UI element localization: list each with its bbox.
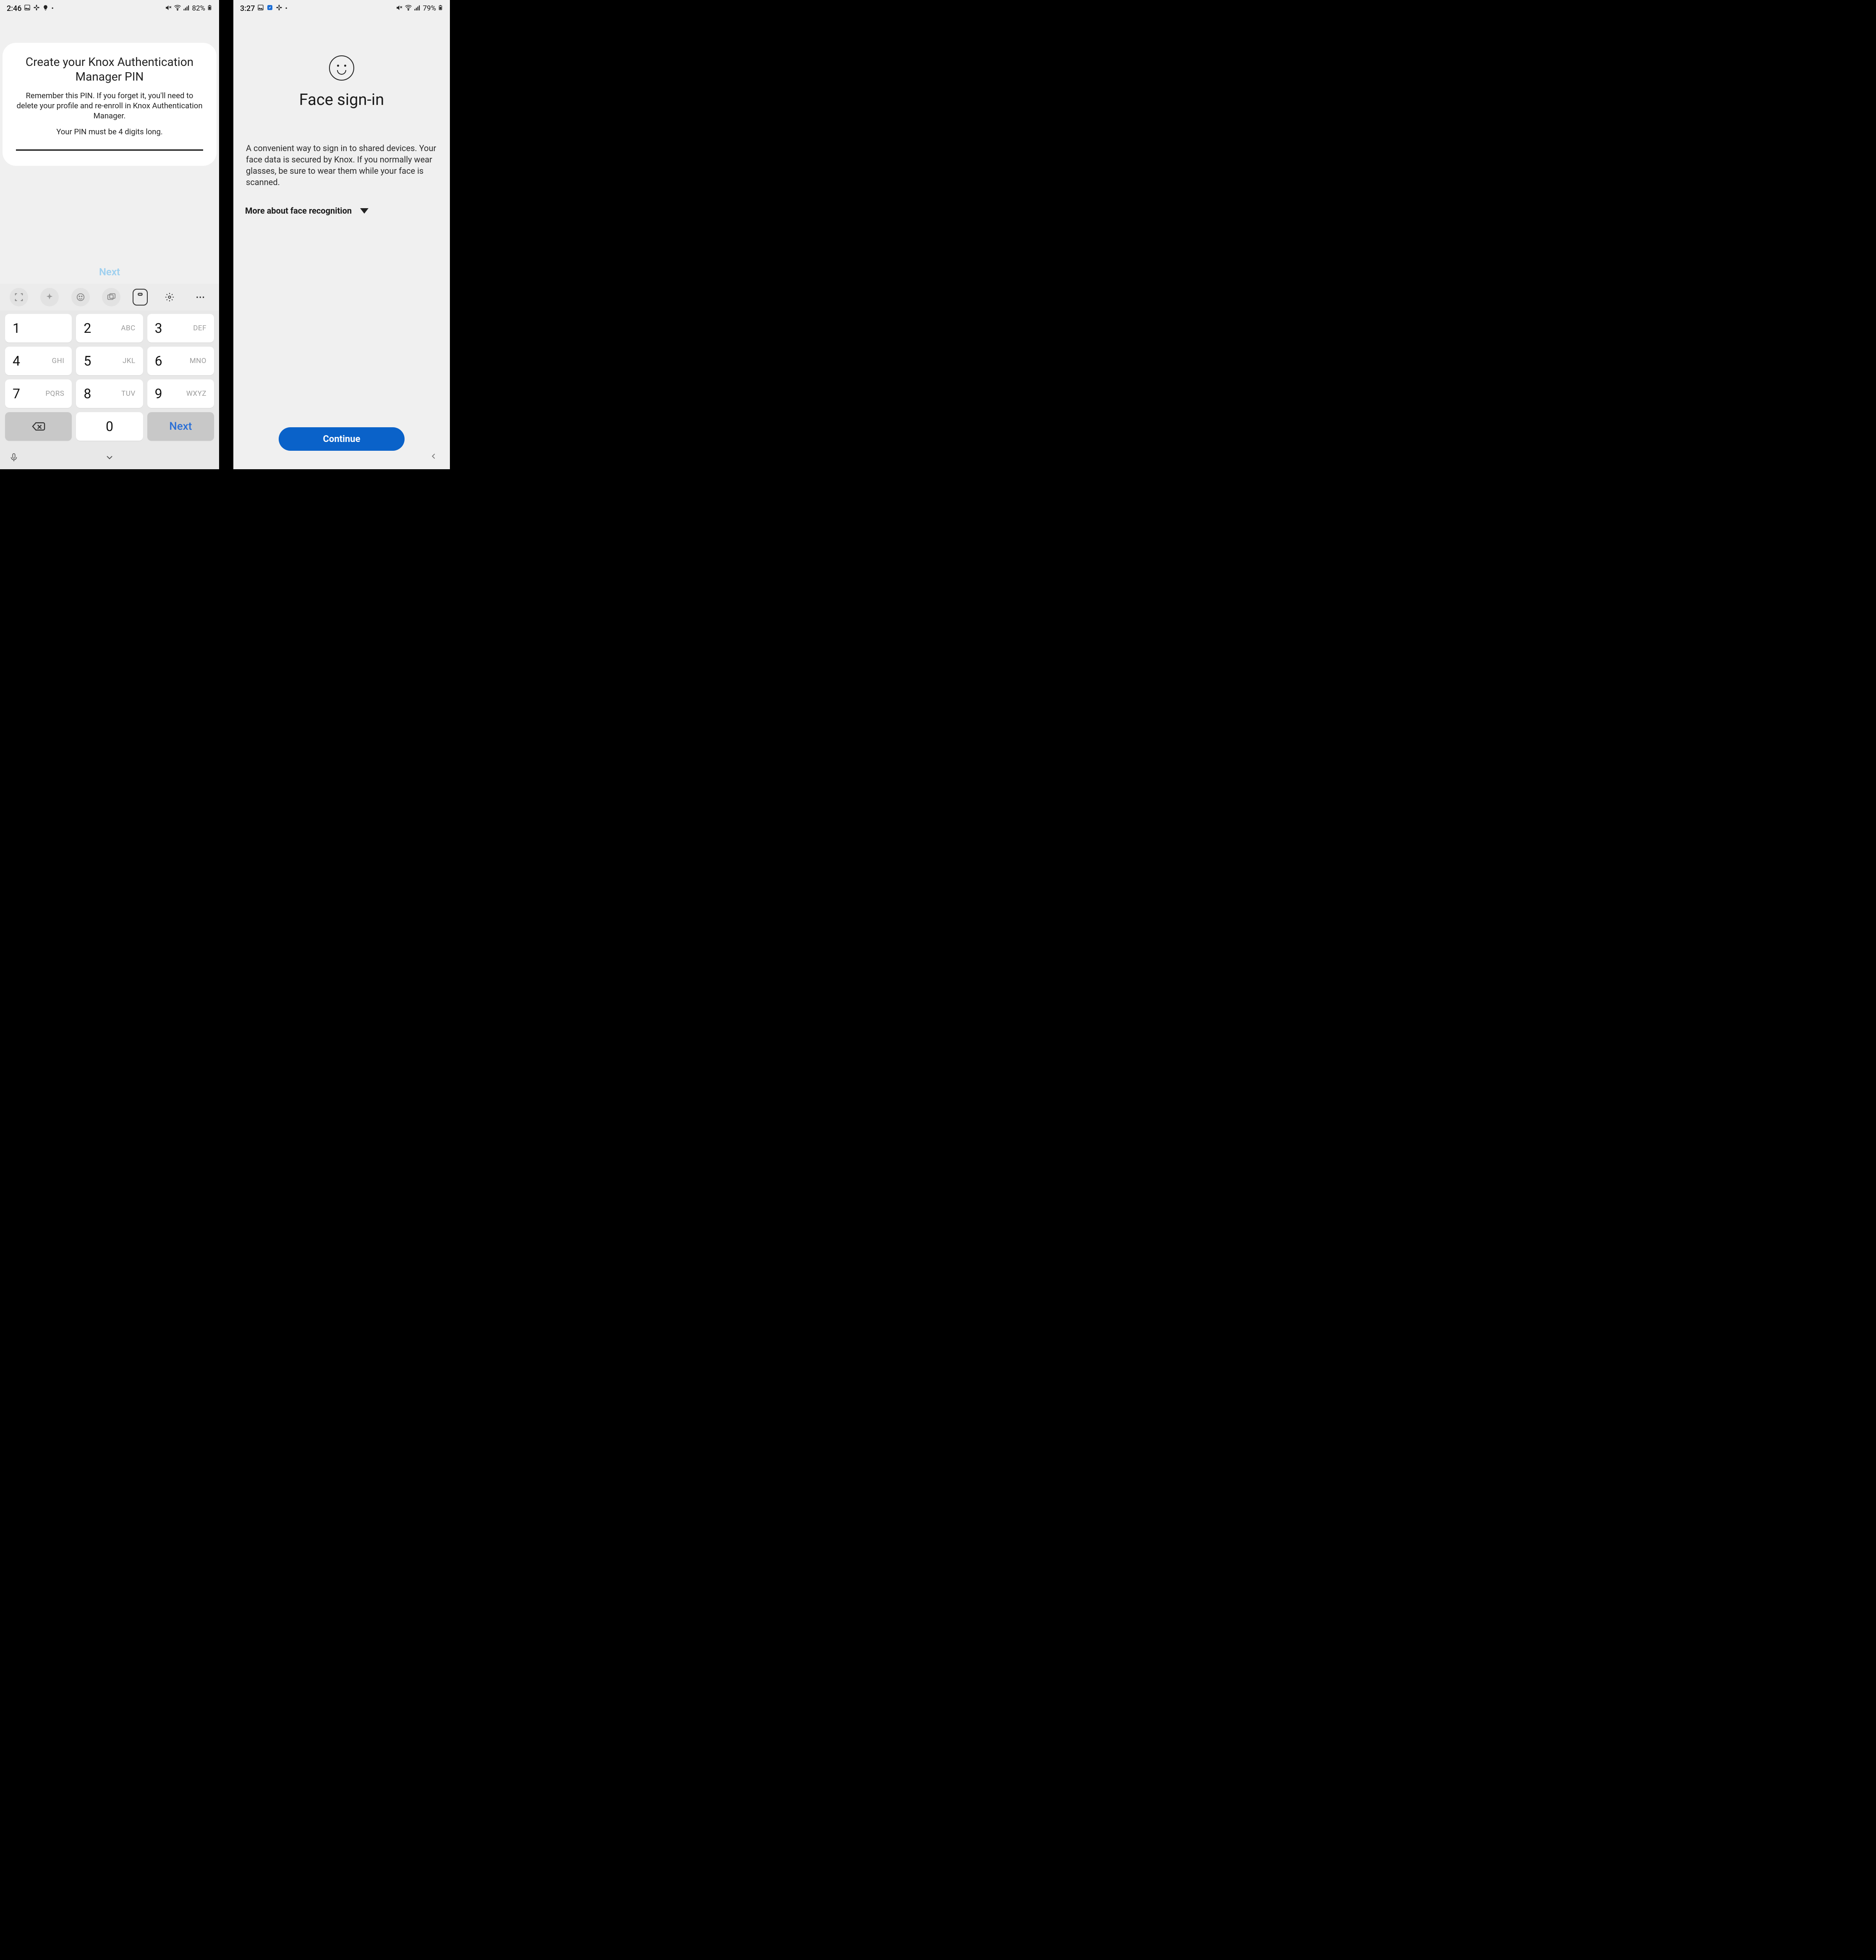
- picture-icon: [257, 4, 264, 13]
- key-next[interactable]: Next: [147, 412, 214, 441]
- dot-icon: •: [51, 5, 53, 12]
- page-title: Face sign-in: [245, 91, 438, 109]
- chevron-down-icon[interactable]: [105, 452, 115, 464]
- status-battery-pct: 82%: [192, 4, 205, 13]
- key-6[interactable]: 6MNO: [147, 347, 214, 375]
- page-title: Create your Knox Authentication Manager …: [14, 55, 205, 84]
- face-icon: [329, 55, 354, 81]
- key-7[interactable]: 7PQRS: [5, 379, 72, 408]
- keyboard-footer: [0, 445, 219, 469]
- status-bar: 3:27 • 79%: [233, 0, 450, 15]
- key-8[interactable]: 8TUV: [76, 379, 143, 408]
- status-time: 3:27: [240, 4, 255, 13]
- next-button[interactable]: Next: [0, 260, 219, 284]
- status-bar: 2:46 • 82%: [0, 0, 219, 15]
- gear-icon[interactable]: [160, 288, 179, 306]
- key-2[interactable]: 2ABC: [76, 314, 143, 342]
- chevron-down-icon: [360, 208, 368, 214]
- pin-input[interactable]: [16, 149, 203, 151]
- number-keypad: 1 2ABC 3DEF 4GHI 5JKL 6MNO 7PQRS 8TUV 9W…: [0, 311, 219, 445]
- shield-icon: [267, 4, 273, 13]
- key-3[interactable]: 3DEF: [147, 314, 214, 342]
- key-0[interactable]: 0: [76, 412, 143, 441]
- pin-card: Create your Knox Authentication Manager …: [3, 43, 217, 166]
- back-icon[interactable]: [429, 452, 438, 463]
- sparkle-icon[interactable]: [40, 288, 59, 306]
- screen-create-pin: 2:46 • 82%: [0, 0, 219, 469]
- keyboard-toolbar: ⋯: [0, 284, 219, 311]
- more-label: More about face recognition: [245, 206, 352, 216]
- translate-icon[interactable]: [102, 288, 120, 306]
- dot-icon: •: [285, 5, 287, 12]
- key-backspace[interactable]: [5, 412, 72, 441]
- face-description: A convenient way to sign in to shared de…: [245, 143, 438, 188]
- battery-icon: [207, 4, 212, 13]
- mute-icon: [165, 4, 172, 13]
- key-9[interactable]: 9WXYZ: [147, 379, 214, 408]
- scan-icon[interactable]: [10, 288, 28, 306]
- picture-icon: [24, 4, 31, 13]
- mute-icon: [396, 4, 403, 13]
- continue-button[interactable]: Continue: [279, 427, 405, 451]
- status-battery-pct: 79%: [423, 4, 436, 13]
- battery-icon: [438, 4, 443, 13]
- screen-face-signin: 3:27 • 79%: [233, 0, 450, 469]
- key-4[interactable]: 4GHI: [5, 347, 72, 375]
- key-5[interactable]: 5JKL: [76, 347, 143, 375]
- slack-icon: [276, 4, 282, 13]
- clipboard-icon[interactable]: [133, 289, 148, 306]
- wifi-icon: [174, 4, 181, 13]
- slack-icon: [33, 4, 40, 13]
- signal-icon: [183, 4, 190, 13]
- bulb-icon: [42, 5, 49, 13]
- signal-icon: [414, 4, 421, 13]
- mic-icon[interactable]: [9, 453, 18, 464]
- more-about-face-recognition[interactable]: More about face recognition: [245, 206, 438, 216]
- status-time: 2:46: [7, 4, 21, 13]
- key-1[interactable]: 1: [5, 314, 72, 342]
- pin-length: Your PIN must be 4 digits long.: [14, 127, 205, 137]
- wifi-icon: [405, 4, 412, 13]
- more-icon[interactable]: ⋯: [191, 288, 209, 306]
- emoji-icon[interactable]: [71, 288, 90, 306]
- pin-warning: Remember this PIN. If you forget it, you…: [14, 91, 205, 121]
